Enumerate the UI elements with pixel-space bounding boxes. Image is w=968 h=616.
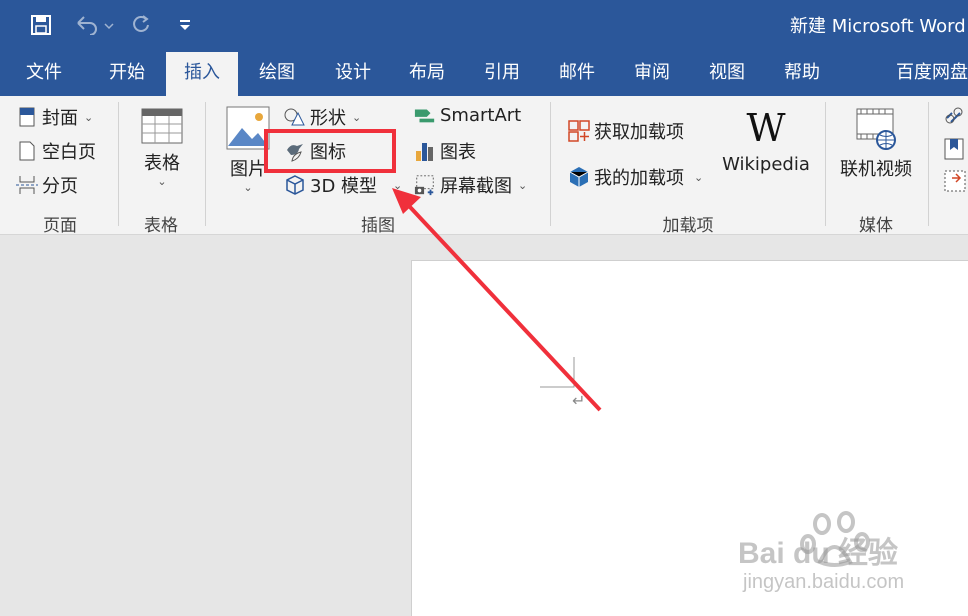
watermark-url: jingyan.baidu.com bbox=[743, 571, 905, 593]
watermark-logo-text: Bai du 经验 bbox=[738, 537, 899, 570]
